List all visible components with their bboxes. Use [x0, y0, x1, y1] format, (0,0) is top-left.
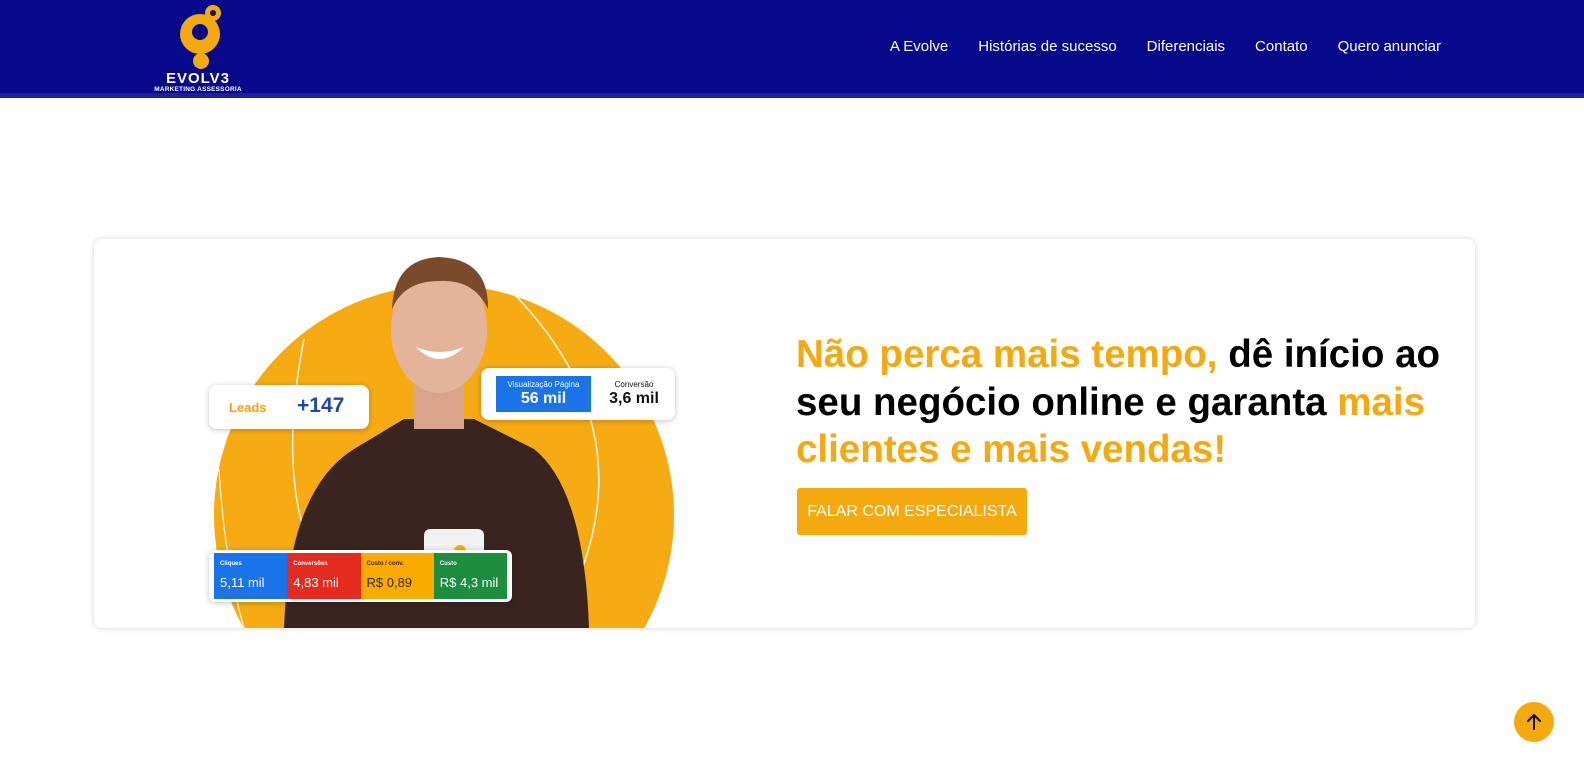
nav-item-quero-anunciar[interactable]: Quero anunciar: [1338, 38, 1441, 55]
arrow-up-icon: [1527, 714, 1541, 730]
main-nav: A Evolve Histórias de sucesso Diferencia…: [860, 38, 1441, 55]
metric-label: Custo: [439, 561, 457, 567]
brand-name: EVOLV3: [165, 70, 231, 87]
conversion-box: Conversão 3,6 mil: [601, 376, 667, 408]
metrics-card: Cliques 5,11 mil Conversões 4,83 mil Cus…: [209, 550, 512, 602]
scroll-to-top-button[interactable]: [1514, 702, 1554, 742]
site-header: EVOLV3 MARKETING ASSESSORIA A Evolve His…: [0, 0, 1584, 98]
views-label: Visualização Página: [507, 380, 580, 389]
leads-label: Leads: [229, 400, 267, 415]
hero-headline: Não perca mais tempo, dê início ao seu n…: [796, 331, 1471, 474]
views-stat-card: Visualização Página 56 mil Conversão 3,6…: [481, 368, 675, 420]
logo-mark-icon: [180, 5, 221, 69]
leads-value: +147: [297, 394, 345, 417]
metric-clicks: Cliques 5,11 mil: [214, 553, 288, 599]
conversion-label: Conversão: [614, 380, 654, 389]
views-value: 56 mil: [520, 390, 567, 407]
metric-label: Custo / conv.: [366, 561, 404, 567]
headline-accent-1: Não perca mais tempo,: [796, 333, 1218, 376]
metric-value: 4,83 mil: [293, 575, 339, 590]
metric-value: R$ 4,3 mil: [439, 575, 499, 590]
metric-cost-per-conversion: Custo / conv. R$ 0,89: [360, 553, 434, 599]
nav-item-contato[interactable]: Contato: [1255, 38, 1308, 55]
leads-stat-card: Leads +147: [209, 385, 369, 429]
hero-card: Leads +147 Visualização Página 56 mil Co…: [94, 239, 1475, 628]
talk-to-specialist-button[interactable]: FALAR COM ESPECIALISTA: [797, 488, 1027, 535]
brand-logo[interactable]: EVOLV3 MARKETING ASSESSORIA: [142, 2, 254, 94]
metric-label: Cliques: [220, 561, 242, 567]
metric-value: R$ 0,89: [366, 575, 413, 590]
metric-cost: Custo R$ 4,3 mil: [433, 553, 507, 599]
metric-value: 5,11 mil: [220, 575, 265, 590]
metric-label: Conversões: [293, 561, 328, 567]
nav-item-historias[interactable]: Histórias de sucesso: [978, 38, 1116, 55]
nav-item-a-evolve[interactable]: A Evolve: [890, 38, 948, 55]
nav-item-diferenciais[interactable]: Diferenciais: [1147, 38, 1225, 55]
brand-tagline: MARKETING ASSESSORIA: [154, 86, 242, 93]
views-box: Visualização Página 56 mil: [496, 376, 591, 412]
metric-conversions: Conversões 4,83 mil: [287, 553, 361, 599]
conversion-value: 3,6 mil: [609, 390, 659, 407]
